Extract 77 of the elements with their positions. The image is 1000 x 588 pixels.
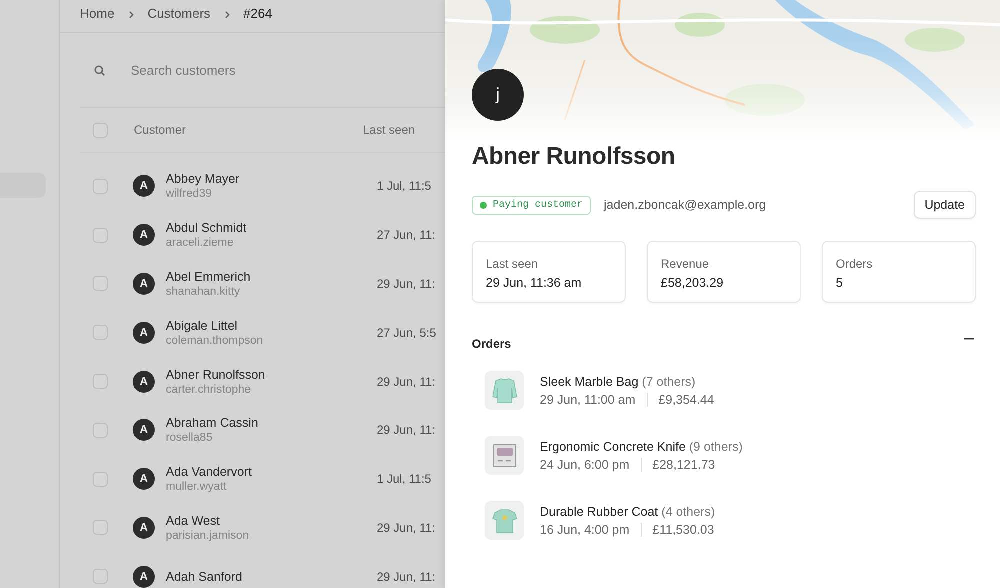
customer-username: muller.wyatt bbox=[166, 480, 228, 494]
customer-name[interactable]: Ada Vandervort bbox=[166, 464, 377, 480]
row-checkbox[interactable] bbox=[93, 569, 108, 584]
last-seen-cell: 29 Jun, 11: bbox=[377, 520, 436, 535]
chevron-icon bbox=[222, 10, 232, 20]
others-count: (9 others) bbox=[689, 440, 743, 454]
order-total: £28,121.73 bbox=[652, 458, 716, 472]
last-seen-cell: 29 Jun, 11: bbox=[377, 423, 436, 438]
product-name[interactable]: Durable Rubber Coat bbox=[540, 504, 658, 518]
last-seen-cell: 29 Jun, 11: bbox=[377, 374, 436, 389]
avatar: A bbox=[133, 322, 155, 344]
others-count: (4 others) bbox=[662, 504, 716, 518]
email-text: jaden.zboncak@example.org bbox=[604, 198, 768, 212]
order-date: 16 Jun, 4:00 pm bbox=[540, 522, 630, 536]
stat-value: 5 bbox=[836, 276, 844, 290]
customer-name[interactable]: Abdul Schmidt bbox=[166, 220, 377, 236]
row-checkbox[interactable] bbox=[93, 325, 108, 340]
row-checkbox[interactable] bbox=[93, 422, 108, 438]
stat-value: 29 Jun, 11:36 am bbox=[486, 276, 583, 290]
breadcrumb-current: #264 bbox=[244, 6, 272, 21]
row-checkbox[interactable] bbox=[93, 520, 108, 536]
product-name[interactable]: Sleek Marble Bag bbox=[540, 374, 639, 388]
customer-name[interactable]: Abraham Cassin bbox=[166, 415, 377, 432]
customer-name[interactable]: Abner Runolfsson bbox=[166, 366, 377, 383]
customer-username: wilfred39 bbox=[166, 187, 214, 202]
avatar: A bbox=[133, 272, 155, 295]
customer-name[interactable]: Ada West bbox=[166, 512, 377, 529]
others-count: (7 others) bbox=[642, 374, 696, 388]
avatar: A bbox=[133, 224, 155, 246]
chevron-icon bbox=[126, 10, 136, 20]
customer-name[interactable]: Abigale Littel bbox=[166, 318, 377, 334]
customer-username: carter.christophe bbox=[166, 382, 252, 397]
search-field[interactable]: Search customers bbox=[131, 62, 351, 78]
avatar: A bbox=[133, 468, 155, 490]
avatar: A bbox=[133, 175, 155, 198]
last-seen-cell: 1 Jul, 11:5 bbox=[377, 179, 432, 194]
last-seen-cell: 1 Jul, 11:5 bbox=[377, 472, 432, 486]
last-seen-cell: 27 Jun, 11: bbox=[377, 228, 436, 242]
column-header: Customer bbox=[134, 123, 188, 137]
order-date: 24 Jun, 6:00 pm bbox=[540, 458, 630, 472]
customer-username: coleman.thompson bbox=[166, 334, 264, 348]
search-icon bbox=[94, 64, 105, 76]
order-date: 29 Jun, 11:00 am bbox=[540, 392, 636, 406]
last-seen-cell: 29 Jun, 11: bbox=[377, 276, 436, 291]
section-title: Orders bbox=[472, 337, 512, 351]
order-total: £9,354.44 bbox=[658, 392, 714, 406]
column-header: Last seen bbox=[363, 123, 416, 137]
update-button[interactable]: Update bbox=[914, 191, 976, 219]
row-checkbox[interactable] bbox=[93, 276, 108, 292]
row-checkbox[interactable] bbox=[93, 228, 108, 243]
stat-label: Orders bbox=[836, 257, 874, 271]
stat-value: £58,203.29 bbox=[661, 276, 725, 290]
customer-name: Abner Runolfsson bbox=[472, 143, 676, 171]
avatar: A bbox=[133, 516, 155, 539]
order-total: £11,530.03 bbox=[652, 522, 714, 536]
avatar: A bbox=[133, 566, 155, 588]
customer-name[interactable]: Abbey Mayer bbox=[166, 171, 377, 188]
last-seen-cell: 29 Jun, 11: bbox=[377, 570, 436, 584]
customer-username: parisian.jamison bbox=[166, 528, 250, 543]
product-name[interactable]: Ergonomic Concrete Knife bbox=[540, 440, 686, 454]
select-all-checkbox[interactable] bbox=[93, 122, 108, 138]
stat-label: Revenue bbox=[661, 257, 710, 271]
customer-username: araceli.zieme bbox=[166, 236, 235, 250]
customer-username: shanahan.kitty bbox=[166, 284, 242, 299]
stat-label: Last seen bbox=[486, 257, 540, 271]
row-checkbox[interactable] bbox=[93, 374, 108, 390]
customer-name[interactable]: Adah Sanford bbox=[166, 568, 377, 585]
avatar: A bbox=[133, 370, 155, 393]
customer-username: rosella85 bbox=[166, 431, 214, 446]
breadcrumb-link[interactable]: Customers bbox=[148, 6, 211, 21]
breadcrumb-link[interactable]: Home bbox=[80, 6, 115, 21]
customer-name[interactable]: Abel Emmerich bbox=[166, 268, 377, 285]
status-badge: Paying customer bbox=[472, 196, 592, 214]
row-checkbox[interactable] bbox=[93, 472, 108, 487]
avatar: A bbox=[133, 419, 155, 442]
row-checkbox[interactable] bbox=[93, 178, 108, 194]
last-seen-cell: 27 Jun, 5:5 bbox=[377, 326, 436, 340]
